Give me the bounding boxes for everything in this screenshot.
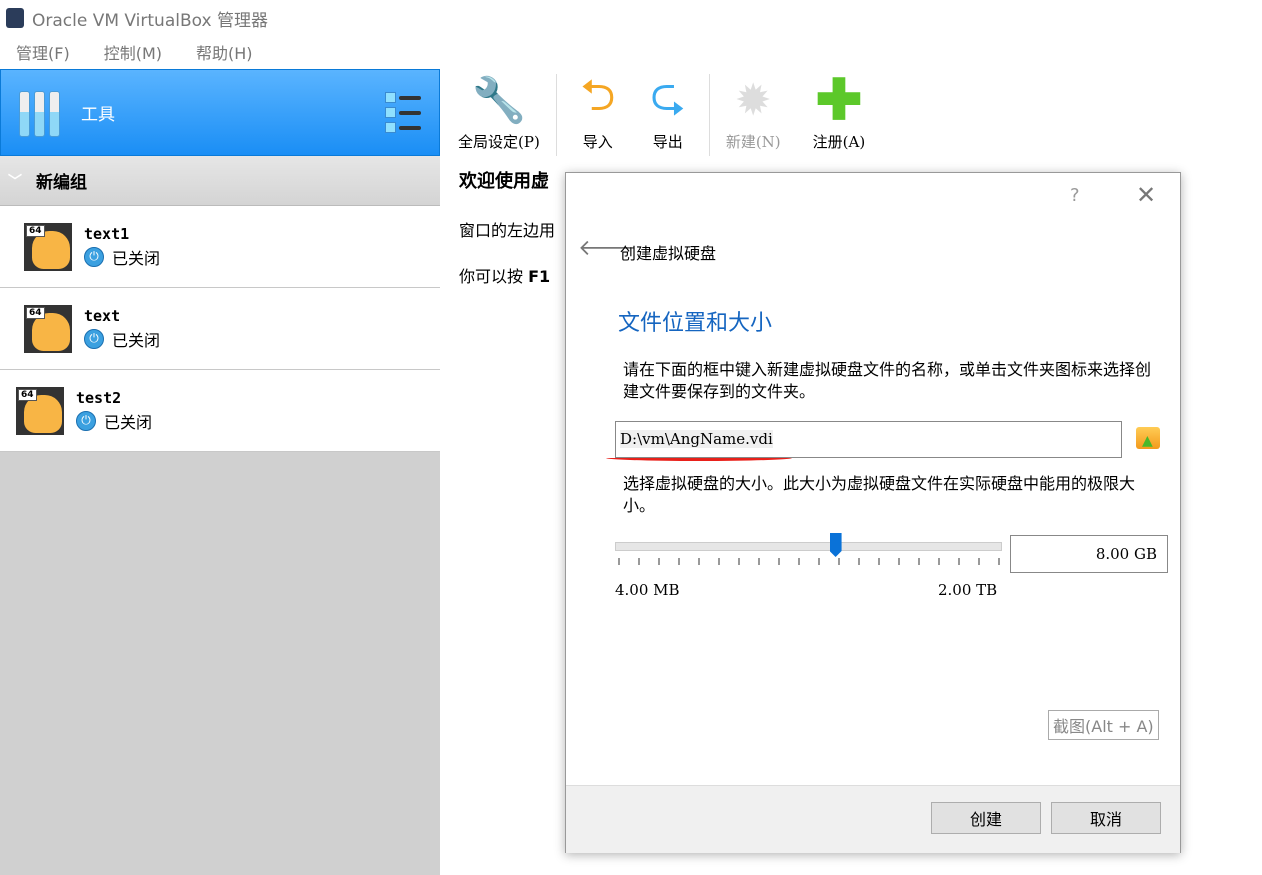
slider-tick xyxy=(698,558,700,565)
arch-badge: 64 xyxy=(26,224,45,237)
group-label: 新编组 xyxy=(36,173,87,193)
hint-text: 你可以按 xyxy=(459,267,524,286)
close-icon[interactable]: ✕ xyxy=(1136,181,1156,209)
button-label: 全局设定(P) xyxy=(458,133,540,151)
vm-state: 已关闭 xyxy=(104,412,153,432)
import-arrow-icon: ⮌ xyxy=(580,69,616,121)
slider-tick xyxy=(878,558,880,565)
slider-tick xyxy=(918,558,920,565)
welcome-title: 欢迎使用虚 xyxy=(459,171,549,192)
os-icon: 64 xyxy=(24,222,72,271)
os-icon: 64 xyxy=(24,304,72,353)
virtualbox-logo-icon xyxy=(6,8,24,28)
file-path-input[interactable]: D:\vm\AngName.vdi xyxy=(615,421,1122,458)
vm-list-item[interactable]: 64 test2 ⏻ 已关闭 xyxy=(0,370,440,452)
arch-badge: 64 xyxy=(26,306,45,319)
dialog-footer: 创建 取消 xyxy=(566,785,1180,853)
sidebar: 工具 ﹀ 新编组 64 text1 ⏻ 已关闭 64 text ⏻ 已关闭 64 test2 ⏻ 已… xyxy=(0,69,440,875)
button-label: 导出 xyxy=(652,133,683,151)
red-annotation-underline xyxy=(606,455,792,461)
welcome-hint: 你可以按 F1 xyxy=(459,263,550,287)
toolbar: 🔧 全局设定(P) ⮌ 导入 ⮎ 导出 ✹ 新建(N) ✚ 注册(A) xyxy=(448,67,876,156)
tools-icon xyxy=(19,89,65,137)
size-slider-track[interactable] xyxy=(615,542,1002,551)
size-input[interactable]: 8.00 GB xyxy=(1010,535,1168,573)
vm-name: text1 xyxy=(84,224,130,243)
size-slider-handle[interactable] xyxy=(829,533,842,557)
wrench-icon: 🔧 xyxy=(471,75,527,126)
folder-browse-icon[interactable] xyxy=(1136,427,1160,449)
file-path-value: D:\vm\AngName.vdi xyxy=(620,430,773,448)
create-virtual-disk-dialog: ? ✕ 🡐 创建虚拟硬盘 文件位置和大小 请在下面的框中键入新建虚拟硬盘文件的名… xyxy=(565,172,1181,853)
slider-max-label: 2.00 TB xyxy=(938,581,998,599)
vm-state: 已关闭 xyxy=(112,330,161,350)
power-off-icon: ⏻ xyxy=(84,328,104,349)
slider-min-label: 4.00 MB xyxy=(615,581,680,599)
slider-tick xyxy=(958,558,960,565)
global-settings-button[interactable]: 🔧 全局设定(P) xyxy=(448,74,550,156)
slider-tick xyxy=(758,558,760,565)
slider-tick xyxy=(618,558,620,565)
vm-group-header[interactable]: ﹀ 新编组 xyxy=(0,156,440,206)
slider-tick xyxy=(718,558,720,565)
screenshot-hint: 截图(Alt + A) xyxy=(1048,710,1159,740)
vm-list-item[interactable]: 64 text1 ⏻ 已关闭 xyxy=(0,206,440,288)
arch-badge: 64 xyxy=(18,388,37,401)
button-label: 导入 xyxy=(582,133,613,151)
tools-item[interactable]: 工具 xyxy=(0,69,440,156)
slider-tick xyxy=(638,558,640,565)
new-star-icon: ✹ xyxy=(734,74,772,126)
slider-tick xyxy=(938,558,940,565)
export-button[interactable]: ⮎ 导出 xyxy=(633,69,703,156)
window-title: Oracle VM VirtualBox 管理器 xyxy=(32,10,268,31)
os-icon: 64 xyxy=(16,386,64,435)
tools-label: 工具 xyxy=(81,105,115,125)
location-description: 请在下面的框中键入新建虚拟硬盘文件的名称，或单击文件夹图标来选择创建文件要保存到… xyxy=(623,360,1152,401)
button-label: 注册(A) xyxy=(812,133,866,151)
button-label: 新建(N) xyxy=(725,133,781,151)
vm-list-item[interactable]: 64 text ⏻ 已关闭 xyxy=(0,288,440,370)
menu-machine[interactable]: 控制(M) xyxy=(104,40,162,64)
register-button[interactable]: ✚ 注册(A) xyxy=(791,67,876,156)
slider-tick xyxy=(658,558,660,565)
power-off-icon: ⏻ xyxy=(76,410,96,431)
slider-tick xyxy=(818,558,820,565)
welcome-text: 窗口的左边用 xyxy=(459,221,556,240)
title-bar: Oracle VM VirtualBox 管理器 xyxy=(0,0,1262,36)
slider-tick xyxy=(798,558,800,565)
slider-tick xyxy=(898,558,900,565)
menu-bar: 管理(F) 控制(M) 帮助(H) xyxy=(0,36,271,68)
slider-tick xyxy=(858,558,860,565)
slider-ticks xyxy=(615,558,1002,566)
slider-tick xyxy=(998,558,1000,565)
section-title: 文件位置和大小 xyxy=(618,311,773,336)
vm-name: text xyxy=(84,306,121,325)
dialog-title: 创建虚拟硬盘 xyxy=(620,244,717,263)
menu-file[interactable]: 管理(F) xyxy=(16,40,70,64)
slider-tick xyxy=(778,558,780,565)
vm-name: test2 xyxy=(76,388,122,407)
create-button[interactable]: 创建 xyxy=(931,802,1041,834)
vm-state: 已关闭 xyxy=(112,248,161,268)
plus-icon: ✚ xyxy=(815,67,863,133)
new-button[interactable]: ✹ 新建(N) xyxy=(716,74,791,156)
hint-key: F1 xyxy=(528,267,551,286)
power-off-icon: ⏻ xyxy=(84,246,104,267)
list-menu-icon[interactable] xyxy=(385,92,421,133)
chevron-down-icon: ﹀ xyxy=(8,173,22,190)
export-arrow-icon: ⮎ xyxy=(650,69,686,121)
slider-tick xyxy=(978,558,980,565)
help-button[interactable]: ? xyxy=(1070,185,1080,206)
import-button[interactable]: ⮌ 导入 xyxy=(563,69,633,156)
divider xyxy=(555,74,557,156)
slider-tick xyxy=(678,558,680,565)
slider-tick xyxy=(838,558,840,565)
menu-help[interactable]: 帮助(H) xyxy=(196,40,253,64)
slider-tick xyxy=(738,558,740,565)
cancel-button[interactable]: 取消 xyxy=(1051,802,1161,834)
size-description: 选择虚拟硬盘的大小。此大小为虚拟硬盘文件在实际硬盘中能用的极限大小。 xyxy=(623,474,1136,515)
divider xyxy=(708,74,710,156)
